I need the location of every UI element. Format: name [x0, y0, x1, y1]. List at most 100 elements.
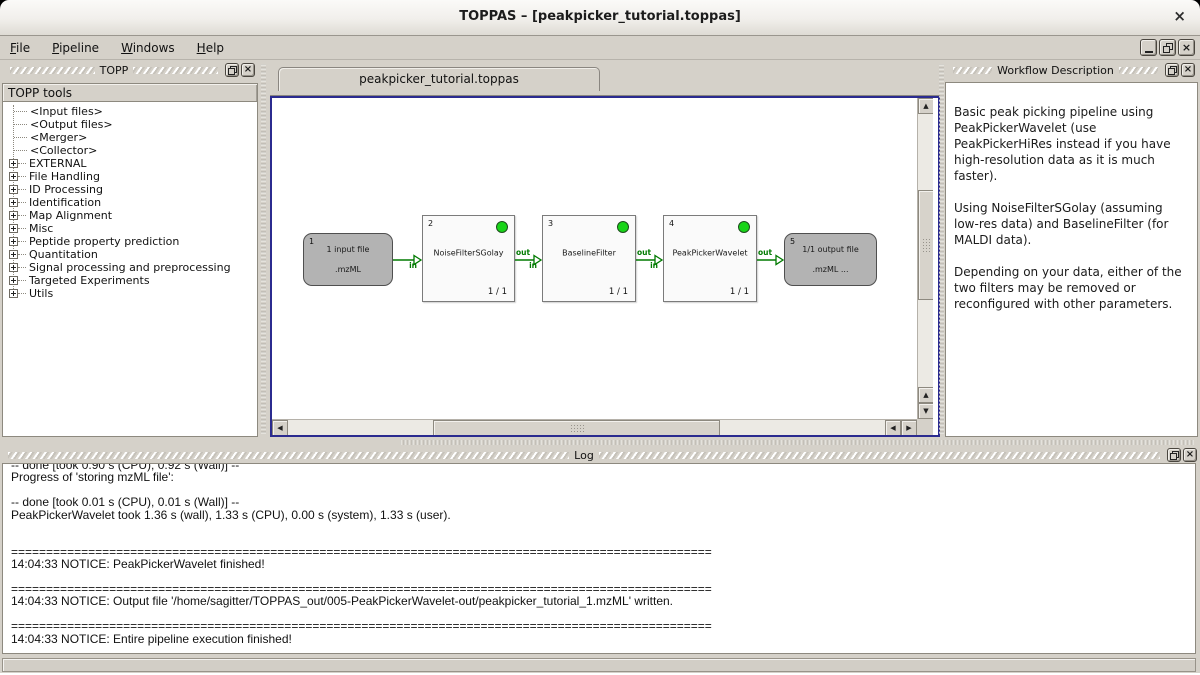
description-paragraph: Depending on your data, either of the tw…	[954, 264, 1189, 312]
scroll-left-icon[interactable]: ◀	[272, 420, 288, 435]
expand-icon[interactable]	[9, 263, 18, 272]
log-dock-close-button[interactable]: ×	[1183, 448, 1197, 462]
close-icon: ×	[1184, 65, 1192, 75]
tree-branch-line	[18, 293, 26, 294]
edge-out-label: out	[637, 249, 651, 257]
expand-icon[interactable]	[9, 211, 18, 220]
workflow-edge-1-2[interactable]: in	[393, 247, 422, 273]
description-dock-close-button[interactable]: ×	[1181, 63, 1195, 77]
description-paragraph: Basic peak picking pipeline using PeakPi…	[954, 104, 1189, 184]
expand-icon[interactable]	[9, 224, 18, 233]
tree-item-input-files[interactable]: <Input files>	[3, 105, 257, 118]
log-line	[11, 521, 1195, 533]
expand-icon[interactable]	[9, 289, 18, 298]
tree-branch-line	[18, 189, 26, 190]
tree-column-header[interactable]: TOPP tools	[3, 84, 257, 102]
node-filetype: .mzML	[335, 265, 361, 274]
title-bar[interactable]: TOPPAS – [peakpicker_tutorial.toppas] ×	[0, 0, 1200, 36]
menu-file[interactable]: File	[10, 41, 30, 55]
node-title: 1 input file	[327, 245, 370, 254]
dock-handle-texture	[1119, 67, 1158, 74]
tree-item-merger[interactable]: <Merger>	[3, 131, 257, 144]
tree-item-map-alignment[interactable]: Map Alignment	[3, 209, 257, 222]
tree-branch-line	[18, 254, 26, 255]
mdi-minimize-button[interactable]	[1140, 39, 1157, 56]
mdi-close-button[interactable]: ×	[1178, 39, 1195, 56]
workflow-node-input[interactable]: 11 input file.mzML	[303, 233, 393, 286]
topp-dock-header[interactable]: TOPP ×	[2, 62, 258, 78]
log-dock-float-button[interactable]	[1167, 448, 1181, 462]
tree-item-peptide-property-prediction[interactable]: Peptide property prediction	[3, 235, 257, 248]
splitter-left[interactable]	[259, 64, 268, 435]
expand-icon[interactable]	[9, 185, 18, 194]
workflow-node-noisefiltersgolay[interactable]: 2NoiseFilterSGolay1 / 1	[422, 215, 515, 302]
window-close-icon[interactable]: ×	[1173, 7, 1186, 25]
scroll-right-icon[interactable]: ▶	[901, 420, 917, 435]
workflow-node-output[interactable]: 51/1 output file.mzML ...	[784, 233, 877, 286]
scroll-left-icon[interactable]: ◀	[885, 420, 901, 435]
description-dock-float-button[interactable]	[1165, 63, 1179, 77]
scroll-down-icon[interactable]: ▼	[918, 403, 933, 419]
edge-in-label: in	[409, 262, 417, 270]
node-title: 1/1 output file	[802, 245, 859, 254]
workflow-edge-2-3[interactable]: outin	[515, 247, 542, 273]
tree-item-label: <Input files>	[30, 105, 103, 118]
topp-dock-title: TOPP	[100, 64, 129, 77]
menu-windows[interactable]: Windows	[121, 41, 175, 55]
horizontal-scroll-thumb[interactable]	[433, 420, 720, 435]
log-dock-title: Log	[574, 449, 594, 462]
description-dock-header[interactable]: Workflow Description ×	[945, 62, 1198, 78]
tree-item-external[interactable]: EXTERNAL	[3, 157, 257, 170]
tab-peakpicker-tutorial[interactable]: peakpicker_tutorial.toppas	[278, 67, 600, 91]
status-bar	[2, 658, 1196, 672]
splitter-log[interactable]	[400, 439, 1195, 446]
tree-branch-line	[18, 215, 26, 216]
log-dock-header[interactable]: Log ×	[0, 447, 1200, 463]
vertical-scroll-thumb[interactable]	[918, 190, 933, 300]
tree-item-file-handling[interactable]: File Handling	[3, 170, 257, 183]
mdi-restore-button[interactable]	[1159, 39, 1176, 56]
tree-item-label: <Merger>	[30, 131, 87, 144]
topp-dock-float-button[interactable]	[225, 63, 239, 77]
expand-icon[interactable]	[9, 159, 18, 168]
tree-item-collector[interactable]: <Collector>	[3, 144, 257, 157]
workflow-node-baselinefilter[interactable]: 3BaselineFilter1 / 1	[542, 215, 636, 302]
tree-item-targeted-experiments[interactable]: Targeted Experiments	[3, 274, 257, 287]
tree-item-quantitation[interactable]: Quantitation	[3, 248, 257, 261]
menu-pipeline[interactable]: Pipeline	[52, 41, 99, 55]
tree-item-identification[interactable]: Identification	[3, 196, 257, 209]
topp-dock-close-button[interactable]: ×	[241, 63, 255, 77]
tree-branch-line	[14, 124, 27, 125]
horizontal-scrollbar[interactable]: ◀ ◀ ▶	[272, 419, 917, 435]
tree-item-misc[interactable]: Misc	[3, 222, 257, 235]
expand-icon[interactable]	[9, 276, 18, 285]
edge-in-label: in	[650, 262, 658, 270]
expand-icon[interactable]	[9, 198, 18, 207]
menu-help[interactable]: Help	[197, 41, 224, 55]
workflow-canvas[interactable]: ▲ ▲ ▼ ◀ ◀ ▶ 11 input file.mzML2NoiseFilt…	[272, 98, 933, 435]
scroll-up-icon[interactable]: ▲	[918, 387, 933, 403]
workflow-description-text[interactable]: Basic peak picking pipeline using PeakPi…	[945, 82, 1198, 437]
expand-icon[interactable]	[9, 237, 18, 246]
workflow-edge-3-4[interactable]: out in	[636, 247, 663, 273]
vertical-scrollbar[interactable]: ▲ ▲ ▼	[917, 98, 933, 419]
tree-item-label: Utils	[29, 287, 53, 300]
workflow-node-peakpickerwavelet[interactable]: 4PeakPickerWavelet1 / 1	[663, 215, 757, 302]
tree-item-utils[interactable]: Utils	[3, 287, 257, 300]
tree-item-signal-processing-and-preprocessing[interactable]: Signal processing and preprocessing	[3, 261, 257, 274]
edge-arrow-icon	[393, 247, 422, 273]
log-line	[11, 533, 1195, 545]
expand-icon[interactable]	[9, 172, 18, 181]
dock-handle-texture	[599, 452, 1160, 459]
node-progress: 1 / 1	[488, 287, 507, 297]
tree-item-label: Signal processing and preprocessing	[29, 261, 231, 274]
workflow-description-dock: Workflow Description × Basic peak pickin…	[945, 62, 1198, 437]
workflow-edge-4-5[interactable]: out	[757, 247, 784, 273]
pipeline-editor: peakpicker_tutorial.toppas ▲ ▲ ▼ ◀ ◀ ▶ 1…	[270, 62, 940, 437]
scroll-up-icon[interactable]: ▲	[918, 98, 933, 114]
tree-item-id-processing[interactable]: ID Processing	[3, 183, 257, 196]
expand-icon[interactable]	[9, 250, 18, 259]
log-output[interactable]: -- done [took 0.90 s (CPU), 0.92 s (Wall…	[2, 463, 1196, 654]
tree-item-output-files[interactable]: <Output files>	[3, 118, 257, 131]
log-line: ========================================…	[11, 620, 1195, 632]
